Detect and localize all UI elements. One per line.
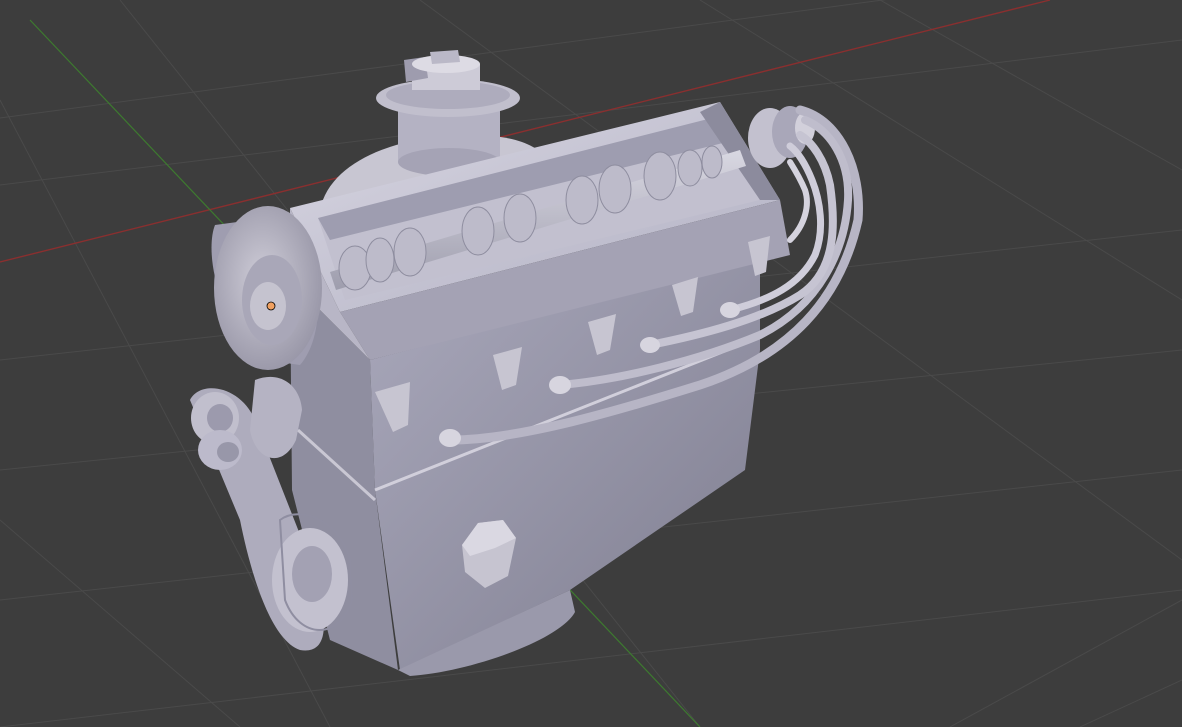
front-pulley-assembly[interactable]	[211, 206, 322, 370]
viewport-canvas[interactable]	[0, 0, 1182, 727]
engine-model[interactable]	[190, 50, 863, 676]
object-origin[interactable]	[266, 301, 276, 311]
3d-viewport[interactable]	[0, 0, 1182, 727]
